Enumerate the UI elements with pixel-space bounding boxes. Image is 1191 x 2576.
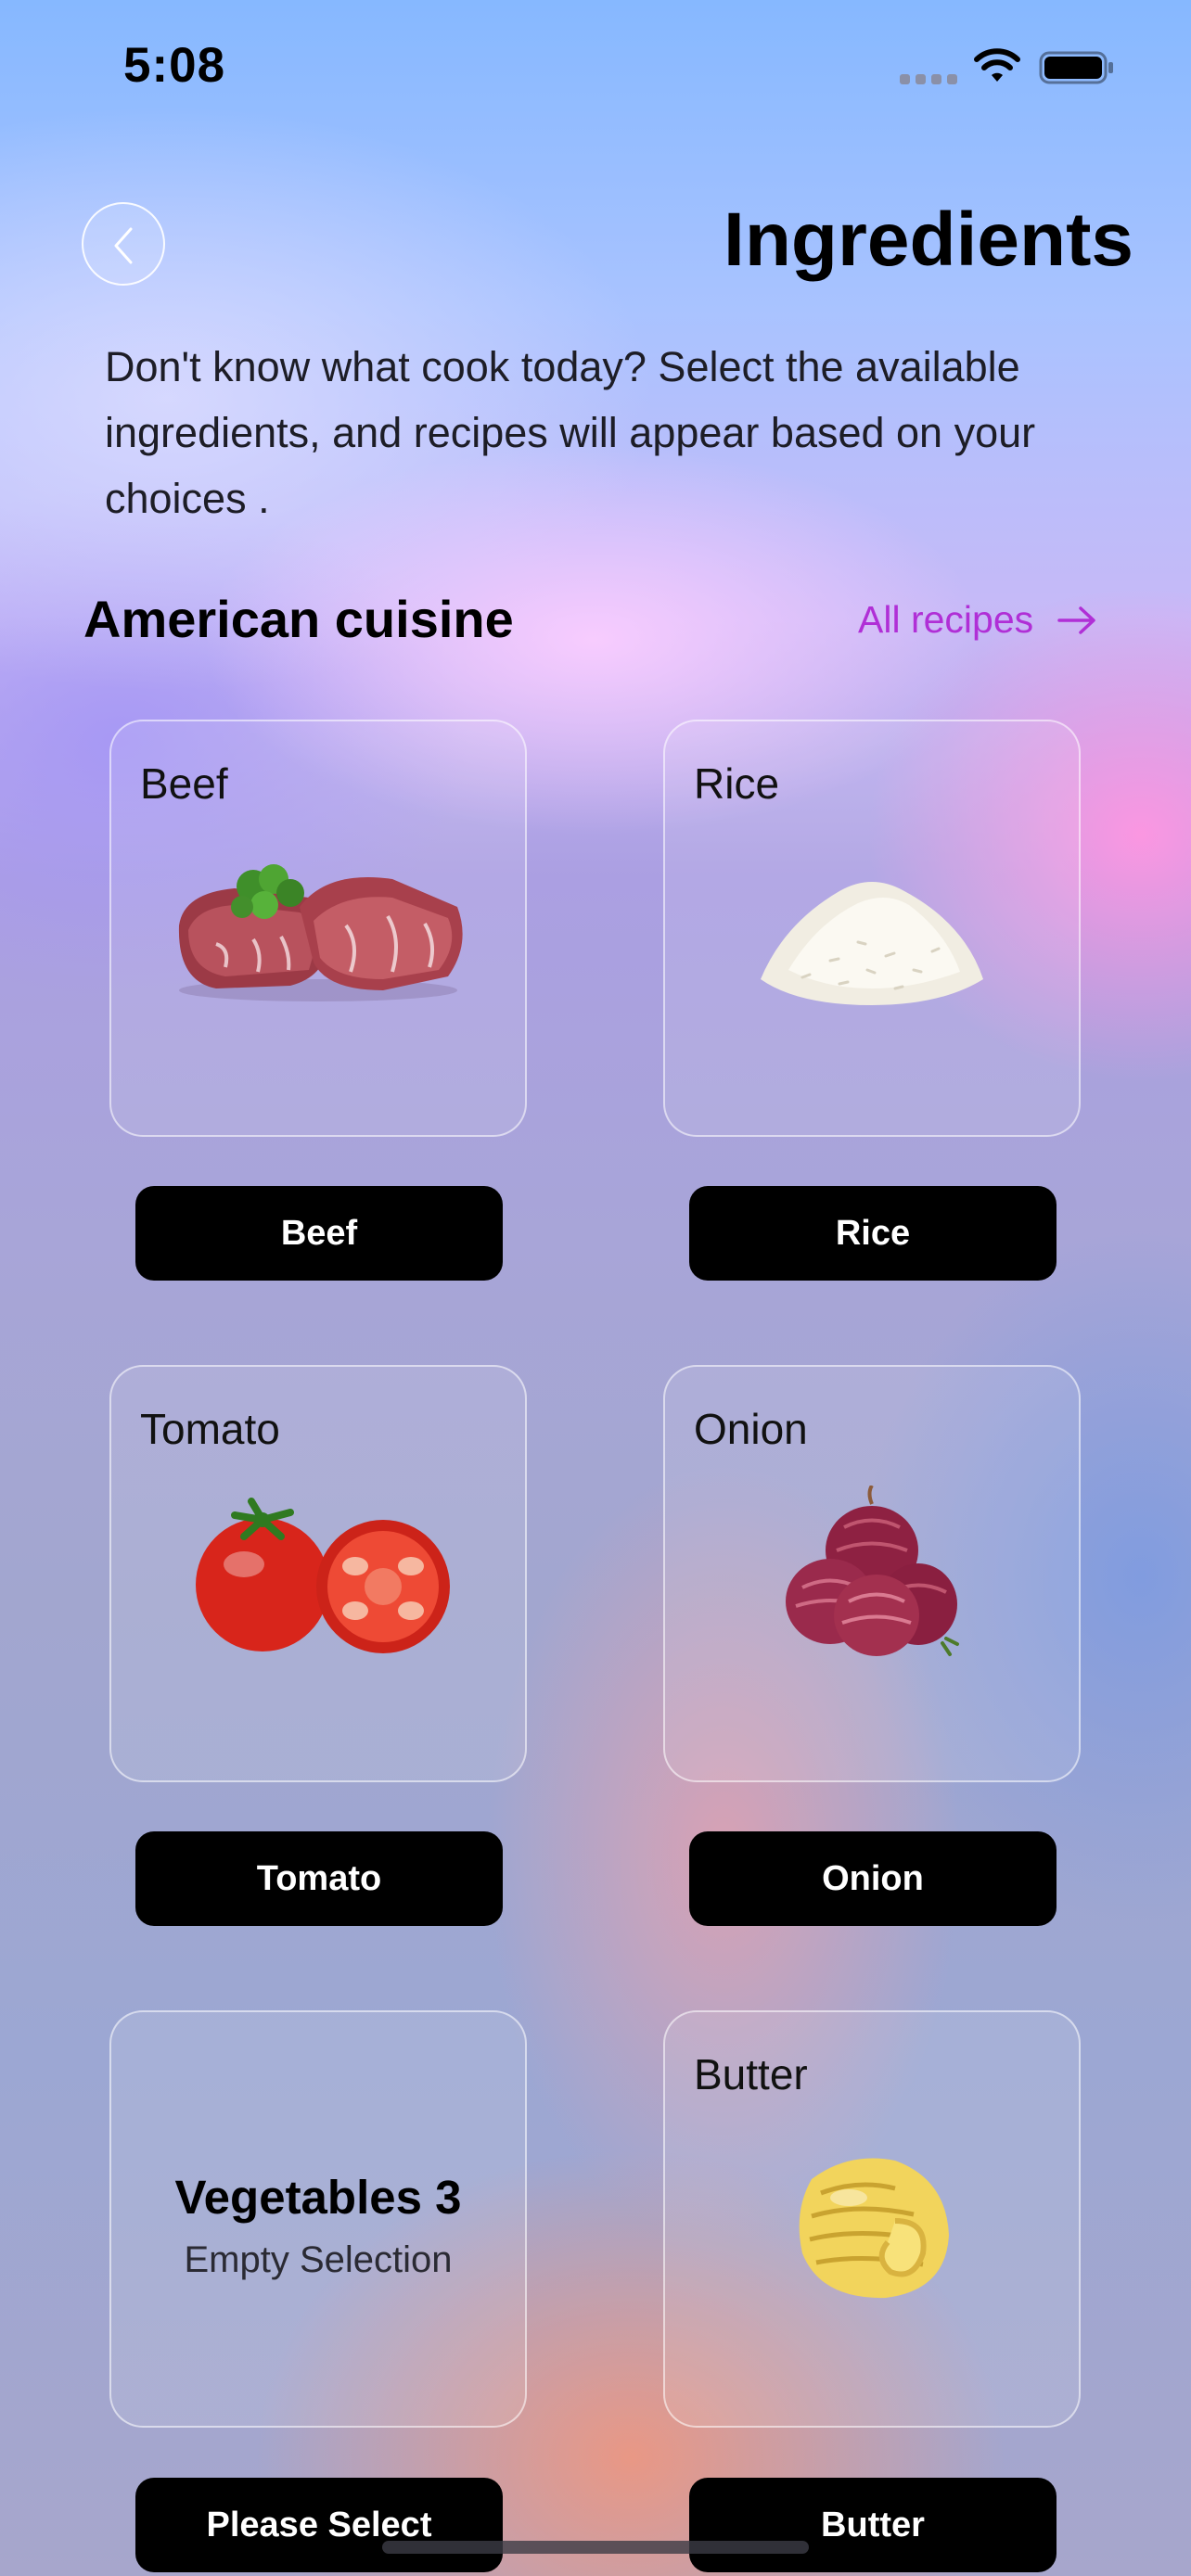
onion-icon bbox=[786, 1486, 959, 1656]
select-button-butter[interactable]: Butter bbox=[689, 2478, 1057, 2572]
card-label: Beef bbox=[140, 759, 228, 808]
tomato-icon bbox=[196, 1498, 450, 1653]
cellular-signal-icon bbox=[900, 74, 957, 85]
ingredient-card-onion[interactable]: Onion bbox=[663, 1365, 1081, 1782]
ingredient-card-butter[interactable]: Butter bbox=[663, 2010, 1081, 2428]
page-title: Ingredients bbox=[724, 198, 1133, 282]
chevron-left-icon bbox=[114, 227, 133, 264]
empty-card-title: Vegetables 3 bbox=[174, 2171, 462, 2224]
section-title: American cuisine bbox=[83, 590, 514, 648]
wifi-icon bbox=[974, 48, 1020, 82]
butter-icon bbox=[799, 2158, 949, 2299]
select-button-beef[interactable]: Beef bbox=[135, 1186, 503, 1281]
select-button-tomato[interactable]: Tomato bbox=[135, 1831, 503, 1926]
all-recipes-label: All recipes bbox=[858, 598, 1034, 641]
intro-text: Don't know what cook today? Select the a… bbox=[105, 343, 1036, 522]
card-label: Rice bbox=[694, 759, 780, 808]
status-time: 5:08 bbox=[123, 38, 226, 93]
beef-icon bbox=[178, 864, 463, 1001]
ingredient-card-rice[interactable]: Rice bbox=[663, 720, 1081, 1137]
select-button-rice[interactable]: Rice bbox=[689, 1186, 1057, 1281]
back-button[interactable] bbox=[82, 202, 165, 286]
arrow-right-icon bbox=[1057, 606, 1095, 634]
please-select-button[interactable]: Please Select bbox=[135, 2478, 503, 2572]
rice-icon bbox=[761, 882, 983, 1005]
ingredient-card-tomato[interactable]: Tomato bbox=[109, 1365, 527, 1782]
card-label: Butter bbox=[694, 2050, 808, 2098]
card-label: Onion bbox=[694, 1405, 808, 1453]
battery-icon bbox=[1039, 51, 1113, 84]
select-button-onion[interactable]: Onion bbox=[689, 1831, 1057, 1926]
card-label: Tomato bbox=[140, 1405, 280, 1453]
empty-card-subtitle: Empty Selection bbox=[184, 2239, 453, 2280]
all-recipes-link[interactable]: All recipes bbox=[858, 598, 1096, 642]
ingredient-card-empty[interactable]: Vegetables 3 Empty Selection bbox=[109, 2010, 527, 2428]
ingredient-card-beef[interactable]: Beef bbox=[109, 720, 527, 1137]
home-indicator bbox=[382, 2541, 809, 2554]
status-bar: 5:08 bbox=[0, 0, 1191, 130]
